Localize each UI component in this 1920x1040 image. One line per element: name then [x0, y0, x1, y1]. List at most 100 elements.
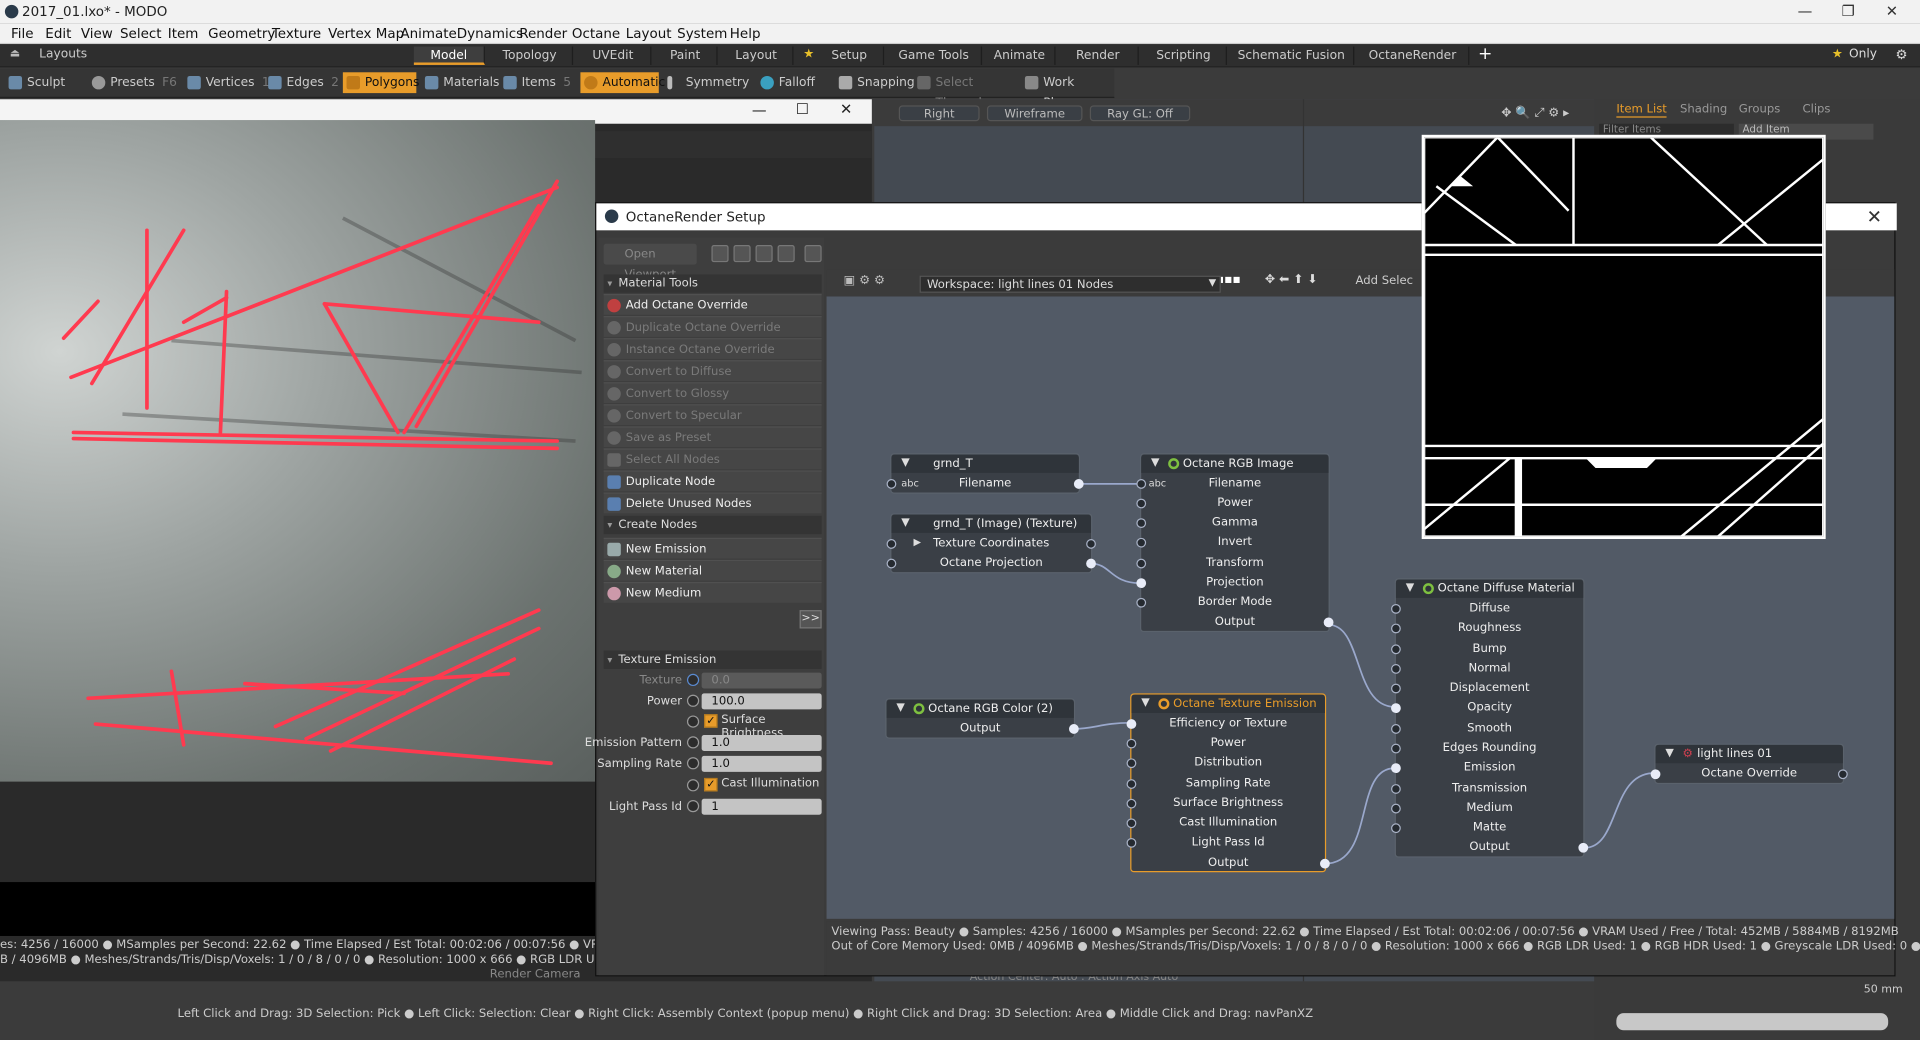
raygl-button[interactable]: Ray GL: Off — [1089, 105, 1191, 122]
node-grnd-image-texture[interactable]: ▼ grnd_T (Image) (Texture) Texture Coordi… — [886, 513, 1096, 574]
add-tab-icon[interactable]: + — [1478, 44, 1492, 64]
work-plane-button[interactable]: Work Plane — [1021, 72, 1109, 110]
tab-item-list[interactable]: Item List — [1616, 103, 1667, 118]
pin-in[interactable] — [886, 558, 897, 569]
new-material-button[interactable]: New Material — [603, 559, 822, 581]
tab-groups[interactable]: Groups — [1739, 103, 1780, 116]
cast-illumination-radio[interactable] — [686, 779, 700, 792]
power-radio[interactable] — [686, 694, 700, 707]
menu-view[interactable]: View — [81, 26, 113, 42]
material-tools-header[interactable]: Material Tools — [603, 274, 822, 293]
only-button[interactable]: Only — [1849, 48, 1877, 61]
dialog-close-icon[interactable]: ✕ — [1867, 206, 1882, 228]
menu-edit[interactable]: Edit — [45, 26, 71, 42]
menu-texture[interactable]: Texture — [272, 26, 321, 42]
render-minimize-icon[interactable]: — — [752, 102, 767, 119]
materials-button[interactable]: Materials — [421, 72, 499, 93]
power-field[interactable]: 100.0 — [701, 693, 822, 710]
pin-out[interactable] — [1320, 858, 1330, 869]
view-right-button[interactable]: Right — [898, 105, 980, 122]
pin-in[interactable] — [1126, 738, 1137, 749]
automatic-button[interactable]: Automatic — [580, 72, 665, 94]
presets-button[interactable]: Presets F6 — [88, 72, 179, 93]
node-header[interactable]: ▼ ⚙ light lines 01 — [1655, 744, 1843, 764]
pin-in[interactable] — [1136, 558, 1147, 569]
toolbar-terminal-icon[interactable] — [804, 245, 822, 263]
node-header[interactable]: ▼ Octane RGB Color (2) — [886, 699, 1074, 718]
sampling-rate-field[interactable]: 1.0 — [701, 755, 822, 772]
tab-shading[interactable]: Shading — [1680, 103, 1727, 116]
node-grnd-t[interactable]: ▼ grnd_T Filename abc — [886, 453, 1084, 494]
pin-in[interactable] — [1136, 518, 1147, 529]
pin-in[interactable] — [1126, 798, 1137, 809]
texture-preview-window[interactable] — [1421, 134, 1826, 540]
menu-file[interactable]: File — [11, 26, 34, 42]
sampling-rate-radio[interactable] — [686, 757, 700, 770]
open-viewport-button[interactable]: Open Viewport — [603, 243, 697, 282]
wireframe-button[interactable]: Wireframe — [986, 105, 1083, 122]
chevron-down-icon[interactable]: ▼ — [1209, 277, 1217, 288]
light-pass-radio[interactable] — [686, 799, 700, 813]
instance-octane-override-button[interactable]: Instance Octane Override — [603, 338, 822, 359]
menu-octane[interactable]: Octane — [572, 26, 620, 42]
menu-dynamics[interactable]: Dynamics — [457, 26, 523, 42]
items-button[interactable]: Items 5 — [500, 72, 578, 93]
select-through-button[interactable]: Select Through — [913, 72, 1016, 110]
tab-setup[interactable]: Setup — [815, 46, 885, 65]
tab-layout[interactable]: Layout — [720, 46, 794, 65]
toolbar-cube-icon[interactable] — [777, 245, 795, 263]
light-pass-field[interactable]: 1 — [701, 798, 822, 815]
pin-in[interactable] — [1391, 784, 1401, 794]
command-input[interactable] — [1616, 1013, 1889, 1031]
toolbar-teapot-icon[interactable] — [755, 245, 773, 263]
pin-in[interactable] — [1650, 769, 1661, 780]
graph-tool-icons[interactable]: ▣ ⚙ ⚙ — [844, 274, 885, 287]
pin-out[interactable] — [1086, 539, 1096, 549]
node-light-lines-01[interactable]: ▼ ⚙ light lines 01 Octane Override — [1650, 743, 1848, 785]
pin-out[interactable] — [1073, 479, 1084, 489]
toolbar-gear-icon[interactable] — [733, 245, 751, 263]
add-selected-button[interactable]: Add Selec — [1356, 274, 1414, 287]
delete-unused-nodes-button[interactable]: Delete Unused Nodes — [603, 492, 822, 514]
pin-in[interactable] — [1126, 758, 1137, 769]
emission-pattern-field[interactable]: 1.0 — [701, 735, 822, 751]
snapping-button[interactable]: Snapping — [835, 72, 915, 93]
tab-game-tools[interactable]: Game Tools — [886, 46, 983, 65]
tab-render[interactable]: Render — [1057, 46, 1139, 65]
menu-geometry[interactable]: Geometry — [208, 26, 275, 42]
cast-illumination-checkbox[interactable]: ✓ — [704, 777, 718, 792]
render-close-icon[interactable]: ✕ — [840, 100, 852, 117]
menu-layout[interactable]: Layout — [626, 26, 672, 42]
pin-in[interactable] — [1391, 683, 1401, 694]
vertices-button[interactable]: Vertices 1 — [184, 72, 270, 93]
convert-to-diffuse-button[interactable]: Convert to Diffuse — [603, 360, 822, 382]
add-octane-override-button[interactable]: Add Octane Override — [603, 294, 822, 315]
symmetry-button[interactable]: Symmetry — [664, 72, 750, 93]
convert-to-glossy-button[interactable]: Convert to Glossy — [603, 382, 822, 404]
tab-clips[interactable]: Clips — [1802, 103, 1830, 116]
tab-schematic-fusion[interactable]: Schematic Fusion — [1229, 46, 1355, 65]
pin-in[interactable] — [1126, 818, 1137, 829]
more-button[interactable]: >> — [799, 610, 822, 629]
node-octane-rgb-color[interactable]: ▼ Octane RGB Color (2) Output — [885, 698, 1079, 739]
tab-paint[interactable]: Paint — [653, 46, 718, 65]
pin-in[interactable] — [1136, 578, 1147, 589]
duplicate-octane-override-button[interactable]: Duplicate Octane Override — [603, 316, 822, 337]
pin-in[interactable] — [1136, 498, 1147, 509]
gear-icon[interactable]: ⚙ — [1896, 47, 1908, 63]
menu-animate[interactable]: Animate — [400, 26, 456, 42]
close-icon[interactable]: ✕ — [1886, 2, 1898, 19]
emission-pattern-radio[interactable] — [686, 736, 700, 749]
layouts-arrow-icon[interactable]: ⏏ — [10, 48, 20, 60]
new-emission-button[interactable]: New Emission — [603, 537, 822, 559]
node-header[interactable]: ▼ Octane Diffuse Material — [1395, 579, 1584, 598]
node-header[interactable]: ▼ Octane RGB Image — [1141, 454, 1329, 473]
node-header[interactable]: ▼ Octane Texture Emission — [1131, 694, 1325, 714]
graph-arrow-icons[interactable]: ✥ ⬅ ⬆ ⬇ — [1265, 273, 1318, 286]
pin-in[interactable] — [886, 539, 897, 549]
menu-help[interactable]: Help — [730, 26, 761, 42]
falloff-button[interactable]: Falloff — [757, 72, 833, 93]
tab-scripting[interactable]: Scripting — [1141, 46, 1227, 65]
pin-in[interactable] — [1391, 763, 1401, 774]
convert-to-specular-button[interactable]: Convert to Specular — [603, 404, 822, 426]
